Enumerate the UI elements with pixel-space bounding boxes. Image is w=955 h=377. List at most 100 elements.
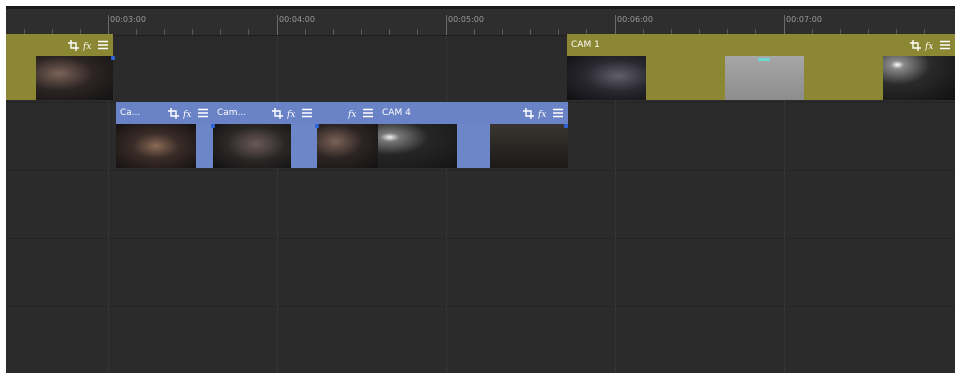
svg-text:fx: fx [83,42,91,51]
clip-fill [291,124,317,168]
clip-fill [646,56,725,100]
fx-icon[interactable]: fx [924,39,936,51]
crop-icon[interactable] [167,107,179,119]
ruler-major-tick [277,15,278,35]
clip-title: CAM 1 [571,40,600,50]
ruler-minor-tick [333,29,334,35]
clip-title: CAM 4 [382,108,411,118]
fx-icon[interactable]: fx [82,39,94,51]
svg-text:fx: fx [287,110,295,119]
crop-icon[interactable] [67,39,79,51]
video-thumbnail [378,124,457,168]
clip-thumbnails [116,124,213,168]
video-thumbnail [883,56,955,100]
clip-icon-group: fx [347,107,378,119]
ruler-label: 00:07:00 [786,15,822,24]
ruler-minor-tick [220,29,221,35]
fx-icon[interactable]: fx [182,107,194,119]
video-thumbnail [36,56,113,100]
clip-header[interactable]: fx [317,102,378,124]
clip-icon-group: fx [167,107,213,119]
video-clip-ca[interactable]: Ca... fx [116,102,213,168]
clip-header[interactable]: Cam... fx [213,102,317,124]
video-clip-cam-1[interactable]: CAM 1 fx [567,34,955,100]
clip-edge-marker [315,124,319,128]
crop-icon[interactable] [909,39,921,51]
clip-header[interactable]: CAM 4 fx [378,102,568,124]
track-4[interactable] [6,239,955,307]
svg-text:fx: fx [925,42,933,51]
time-ruler[interactable]: 00:03:00 00:04:00 00:05:00 00:06:00 00:0… [6,9,955,39]
svg-text:fx: fx [538,110,546,119]
clip-title: Ca... [120,108,141,118]
ruler-minor-tick [558,29,559,35]
fx-icon[interactable]: fx [537,107,549,119]
menu-icon[interactable] [939,39,951,51]
clip-thumbnails [213,124,317,168]
ruler-label: 00:05:00 [448,15,484,24]
menu-icon[interactable] [97,39,109,51]
ruler-minor-tick [417,29,418,35]
clip-fill [196,124,213,168]
fx-icon[interactable]: fx [347,107,359,119]
selection-handle[interactable] [758,58,770,61]
clip-thumbnails [6,56,113,100]
track-3[interactable] [6,171,955,239]
clip-fill [6,56,36,100]
crop-icon[interactable] [522,107,534,119]
time-gridline [446,36,447,373]
clip-header[interactable]: Ca... fx [116,102,213,124]
ruler-minor-tick [164,29,165,35]
svg-text:fx: fx [183,110,191,119]
clip-edge-marker [211,124,215,128]
menu-icon[interactable] [552,107,564,119]
ruler-minor-tick [474,29,475,35]
svg-text:fx: fx [348,110,356,119]
time-gridline [277,36,278,373]
ruler-minor-tick [248,29,249,35]
timeline-panel: 00:03:00 00:04:00 00:05:00 00:06:00 00:0… [6,6,955,373]
ruler-label: 00:03:00 [110,15,146,24]
clip-icon-group: fx [67,39,113,51]
ruler-major-tick [446,15,447,35]
ruler-minor-tick [136,29,137,35]
track-5[interactable] [6,307,955,373]
ruler-major-tick [784,15,785,35]
ruler-label: 00:06:00 [617,15,653,24]
clip-header[interactable]: CAM 1 fx [567,34,955,56]
video-thumbnail [490,124,568,168]
clip-thumbnails [317,124,378,168]
crop-icon[interactable] [271,107,283,119]
ruler-major-tick [108,15,109,35]
menu-icon[interactable] [301,107,313,119]
clip-header[interactable]: fx [6,34,113,56]
ruler-minor-tick [361,29,362,35]
ruler-minor-tick [502,29,503,35]
video-thumbnail [213,124,291,168]
ruler-minor-tick [305,29,306,35]
menu-icon[interactable] [362,107,374,119]
clip-thumbnails [378,124,568,168]
clip-edge-marker [111,56,115,60]
ruler-minor-tick [389,29,390,35]
video-thumbnail [725,56,804,100]
ruler-minor-tick [530,29,531,35]
video-clip[interactable]: fx [317,102,378,168]
clip-fill [457,124,490,168]
ruler-major-tick [615,15,616,35]
clip-fill [804,56,883,100]
video-clip[interactable]: fx [6,34,113,100]
video-thumbnail [317,124,378,168]
video-clip-cam-4[interactable]: CAM 4 fx [378,102,568,168]
clip-icon-group: fx [522,107,568,119]
clip-edge-marker [564,124,568,128]
video-clip-cam[interactable]: Cam... fx [213,102,317,168]
video-thumbnail [116,124,196,168]
clip-thumbnails [567,56,955,100]
fx-icon[interactable]: fx [286,107,298,119]
clip-icon-group: fx [909,39,955,51]
ruler-minor-tick [192,29,193,35]
clip-icon-group: fx [271,107,317,119]
menu-icon[interactable] [197,107,209,119]
video-thumbnail [567,56,646,100]
